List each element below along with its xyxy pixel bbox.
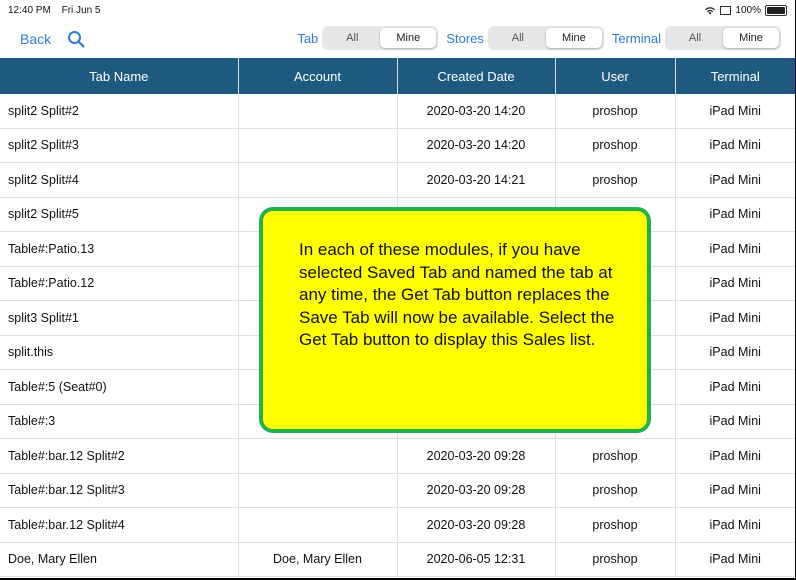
instruction-callout: In each of these modules, if you have se…	[259, 207, 651, 433]
cell-terminal: iPad Mini	[675, 542, 795, 577]
cell-terminal: iPad Mini	[675, 335, 795, 370]
tab-filter-all[interactable]: All	[324, 28, 380, 48]
col-header-user[interactable]: User	[555, 58, 676, 94]
cell-terminal: iPad Mini	[675, 162, 795, 198]
cell-terminal: iPad Mini	[675, 473, 795, 508]
cell-tab-name: Doe, Mary Ellen	[0, 542, 239, 577]
cell-account	[238, 473, 398, 508]
cell-tab-name: split2 Split#3	[0, 128, 239, 163]
cell-terminal: iPad Mini	[675, 94, 795, 129]
back-button[interactable]: Back	[20, 31, 51, 47]
cell-created-date: 2020-03-20 09:28	[397, 507, 556, 543]
cell-terminal: iPad Mini	[675, 128, 795, 163]
col-header-tab-name[interactable]: Tab Name	[0, 58, 239, 94]
cell-terminal: iPad Mini	[675, 369, 795, 405]
cell-created-date: 2020-06-05 12:31	[397, 542, 556, 577]
cell-terminal: iPad Mini	[675, 197, 795, 232]
cell-user: proshop	[555, 542, 676, 577]
battery-icon	[765, 4, 787, 16]
cell-tab-name: split2 Split#2	[0, 94, 239, 129]
cell-terminal: iPad Mini	[675, 231, 795, 267]
status-time: 12:40 PM	[8, 4, 51, 16]
tab-filter-segment: All Mine	[322, 26, 439, 50]
cell-account	[238, 128, 398, 163]
cell-tab-name: split3 Split#1	[0, 300, 239, 336]
table-header-row: Tab Name Account Created Date User Termi…	[0, 58, 795, 94]
cell-account	[238, 162, 398, 198]
cell-account	[238, 507, 398, 543]
cell-user: proshop	[555, 438, 676, 474]
terminal-filter-mine[interactable]: Mine	[723, 28, 779, 48]
stores-filter-segment: All Mine	[487, 26, 604, 50]
table-row[interactable]: Table#:bar.12 Split#3 2020-03-20 09:28 pro…	[0, 473, 795, 508]
cell-created-date: 2020-03-20 09:28	[397, 473, 556, 508]
cell-tab-name: Table#:3	[0, 404, 239, 439]
stores-filter-mine[interactable]: Mine	[545, 28, 602, 48]
cell-created-date: 2020-03-20 14:21	[397, 162, 556, 198]
table-row[interactable]: split2 Split#4 2020-03-20 14:21 proshop iPa…	[0, 162, 795, 198]
filter-controls: Tab All Mine Stores All Mine Terminal Al…	[289, 26, 781, 50]
cell-user: proshop	[555, 128, 676, 163]
callout-text: In each of these modules, if you have se…	[299, 240, 615, 349]
cell-terminal: iPad Mini	[675, 404, 795, 439]
table-row[interactable]: split2 Split#3 2020-03-20 14:20 proshop iPa…	[0, 128, 795, 163]
table-row[interactable]: Table#:bar.12 Split#4 2020-03-20 09:28 pro…	[0, 507, 795, 543]
cell-user: proshop	[555, 94, 676, 129]
cell-tab-name: Table#:Patio.13	[0, 231, 239, 267]
orientation-lock-icon	[720, 5, 732, 15]
col-header-terminal[interactable]: Terminal	[675, 58, 795, 94]
tab-filter-label: Tab	[297, 30, 319, 46]
table-row[interactable]: Table#:bar.12 Split#2 2020-03-20 09:28 pro…	[0, 438, 795, 474]
table-row[interactable]: Doe, Mary Ellen Doe, Mary Ellen 2020-06-05…	[0, 542, 795, 577]
col-header-account[interactable]: Account	[238, 58, 398, 94]
cell-terminal: iPad Mini	[675, 507, 795, 543]
cell-user: proshop	[555, 507, 676, 543]
terminal-filter-label: Terminal	[611, 30, 661, 46]
cell-created-date: 2020-03-20 09:28	[397, 438, 556, 474]
terminal-filter-segment: All Mine	[665, 26, 781, 50]
cell-account: Doe, Mary Ellen	[238, 542, 398, 577]
cell-terminal: iPad Mini	[675, 300, 795, 336]
col-header-created-date[interactable]: Created Date	[397, 58, 556, 94]
cell-account	[238, 438, 398, 474]
cell-tab-name: Table#:Patio.12	[0, 266, 239, 301]
cell-terminal: iPad Mini	[675, 438, 795, 474]
wifi-icon	[705, 6, 716, 14]
screen: 12:40 PM Fri Jun 5 100% Back Tab All Min…	[0, 0, 795, 578]
tab-filter-mine[interactable]: Mine	[380, 28, 437, 48]
terminal-filter-all[interactable]: All	[667, 28, 723, 48]
cell-user: proshop	[555, 162, 676, 198]
cell-tab-name: split2 Split#5	[0, 197, 239, 232]
search-icon[interactable]	[67, 30, 85, 48]
status-date: Fri Jun 5	[61, 4, 101, 16]
battery-percent: 100%	[735, 4, 761, 16]
cell-tab-name: Table#:bar.12 Split#3	[0, 473, 239, 508]
stores-filter-all[interactable]: All	[490, 28, 546, 48]
cell-account	[238, 94, 398, 129]
cell-tab-name: split.this	[0, 335, 239, 370]
cell-created-date: 2020-03-20 14:20	[397, 128, 556, 163]
cell-terminal: iPad Mini	[675, 266, 795, 301]
cell-user: proshop	[555, 473, 676, 508]
cell-created-date: 2020-03-20 14:20	[397, 94, 556, 129]
cell-tab-name: Table#:bar.12 Split#2	[0, 438, 239, 474]
cell-tab-name: Table#:bar.12 Split#4	[0, 507, 239, 543]
cell-tab-name: Table#:5 (Seat#0)	[0, 369, 239, 405]
stores-filter-label: Stores	[446, 30, 484, 46]
cell-tab-name: split2 Split#4	[0, 162, 239, 198]
table-row[interactable]: split2 Split#2 2020-03-20 14:20 proshop iPa…	[0, 94, 795, 129]
nav-bar: Back Tab All Mine Stores All Mine Termin…	[0, 20, 795, 58]
status-bar: 12:40 PM Fri Jun 5 100%	[0, 0, 795, 20]
